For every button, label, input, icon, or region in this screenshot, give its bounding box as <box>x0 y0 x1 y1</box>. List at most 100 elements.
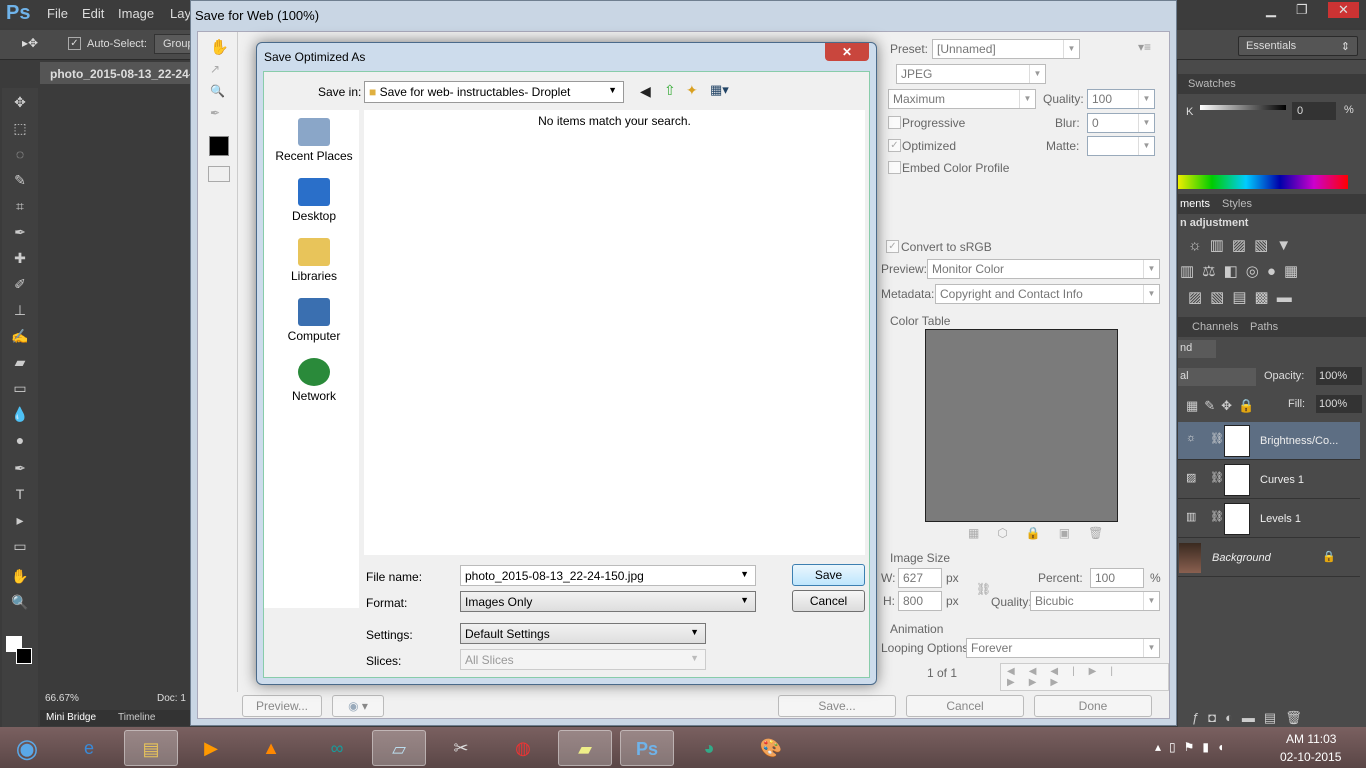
taskbar-media-icon[interactable]: ▶ <box>184 730 238 766</box>
menu-image[interactable]: Image <box>118 6 154 21</box>
pen-icon[interactable]: ✒ <box>10 460 30 480</box>
taskbar-idm-icon[interactable]: ◕ <box>682 730 736 766</box>
healing-icon[interactable]: ✚ <box>10 250 30 270</box>
layer-background[interactable]: Background 🔒 <box>1178 539 1360 577</box>
looping-select[interactable]: Forever ▼ <box>966 638 1160 658</box>
taskbar-arduino-icon[interactable]: ∞ <box>310 730 364 766</box>
marquee-tool-icon[interactable]: ⬚ <box>10 120 30 140</box>
quality-preset-select[interactable]: Maximum ▼ <box>888 89 1036 109</box>
crop-tool-icon[interactable]: ⌗ <box>10 198 30 218</box>
adjustment-icons[interactable]: ☼▥▨▧▼ <box>1188 236 1299 254</box>
k-slider[interactable] <box>1200 105 1286 110</box>
gradient-icon[interactable]: ▭ <box>10 380 30 400</box>
layer-bottom-icons[interactable]: ƒ◘◐▬▤🗑 <box>1192 710 1311 726</box>
lasso-tool-icon[interactable]: ◌ <box>10 146 30 166</box>
brush-icon[interactable]: ✐ <box>10 276 30 296</box>
tab-paths[interactable]: Paths <box>1250 321 1278 333</box>
place-libraries[interactable]: Libraries <box>264 238 364 283</box>
metadata-select[interactable]: Copyright and Contact Info ▼ <box>935 284 1160 304</box>
cancel-button[interactable]: Cancel <box>792 590 865 612</box>
minimize-button[interactable]: ▁ <box>1266 2 1276 18</box>
move-tool-icon[interactable]: ▸✥ <box>22 36 38 50</box>
eyedropper-icon[interactable]: ✒ <box>10 224 30 244</box>
percent-input[interactable]: 100 <box>1090 568 1144 588</box>
clock-time[interactable]: AM 11:03 <box>1286 732 1336 746</box>
tab-adjustments[interactable]: ments <box>1180 198 1210 210</box>
blur-input[interactable]: 0 ▼ <box>1087 113 1155 133</box>
background-color-swatch[interactable] <box>16 648 32 664</box>
lock-icons[interactable]: ▦✎✥🔒 <box>1186 398 1260 414</box>
move-tool-icon[interactable]: ✥ <box>10 94 30 114</box>
auto-select-checkbox[interactable]: ✓ <box>68 37 81 50</box>
color-table-icons[interactable]: ▦⬡🔒▣🗑 <box>968 526 1121 540</box>
layer-levels[interactable]: ▥ ⛓ Levels 1 <box>1178 500 1360 538</box>
new-folder-icon[interactable]: ✦ <box>686 82 698 99</box>
save-in-select[interactable]: ■ Save for web- instructables- Droplet ▼ <box>364 81 624 103</box>
taskbar-paint-icon[interactable]: 🎨 <box>744 730 798 766</box>
tab-channels[interactable]: Channels <box>1192 321 1238 333</box>
layer-brightness[interactable]: ☼ ⛓ Brightness/Co... <box>1178 422 1360 460</box>
close-button[interactable]: ✕ <box>1328 2 1359 18</box>
path-select-icon[interactable]: ▸ <box>10 512 30 532</box>
zoom-icon[interactable]: 🔍 <box>10 594 30 614</box>
slices-select[interactable]: All Slices ▼ <box>460 649 706 670</box>
workspace-select[interactable]: Essentials ⇕ <box>1238 36 1358 56</box>
sfw-save-button[interactable]: Save... <box>778 695 896 717</box>
quality-input[interactable]: 100 ▼ <box>1087 89 1155 109</box>
type-tool-icon[interactable]: T <box>10 486 30 506</box>
browser-preview-button[interactable]: ◉ ▾ <box>332 695 384 717</box>
view-menu-icon[interactable]: ▦▾ <box>710 82 729 98</box>
color-ramp[interactable] <box>1178 175 1348 189</box>
place-computer[interactable]: Computer <box>264 298 364 343</box>
format-select[interactable]: JPEG ▼ <box>896 64 1046 84</box>
width-input[interactable]: 627 <box>898 568 942 588</box>
k-value[interactable]: 0 <box>1292 102 1336 120</box>
settings-select[interactable]: Default Settings ▼ <box>460 623 706 644</box>
taskbar-snipping-icon[interactable]: ✂ <box>434 730 488 766</box>
place-recent[interactable]: Recent Places <box>264 118 364 163</box>
taskbar-photoshop-icon[interactable]: Ps <box>620 730 674 766</box>
layer-curves[interactable]: ▨ ⛓ Curves 1 <box>1178 461 1360 499</box>
fill-input[interactable]: 100% <box>1316 395 1362 413</box>
blur-icon[interactable]: 💧 <box>10 406 30 426</box>
tab-styles[interactable]: Styles <box>1222 198 1252 210</box>
panel-menu-icon[interactable]: ▾≡ <box>1138 40 1151 54</box>
menu-file[interactable]: File <box>47 6 68 21</box>
file-list[interactable]: No items match your search. <box>364 110 865 555</box>
taskbar-notepad-icon[interactable]: ▱ <box>372 730 426 766</box>
adjustment-icons-row2[interactable]: ▥⚖◧◎●▦ <box>1180 262 1306 280</box>
shape-icon[interactable]: ▭ <box>10 538 30 558</box>
hand-icon[interactable]: ✋ <box>10 568 30 588</box>
optimized-checkbox[interactable]: ✓ <box>888 139 901 152</box>
up-folder-icon[interactable]: ⇧ <box>664 82 676 99</box>
taskbar-explorer-icon[interactable]: ▤ <box>124 730 178 766</box>
format-select[interactable]: Images Only ▼ <box>460 591 756 612</box>
blend-mode-select[interactable]: al <box>1178 368 1256 386</box>
start-button[interactable]: ◉ <box>2 730 52 766</box>
history-brush-icon[interactable]: ✍ <box>10 328 30 348</box>
menu-layer[interactable]: Lay <box>170 6 191 21</box>
eyedropper-icon[interactable]: ✒ <box>210 106 220 120</box>
tab-swatches[interactable]: Swatches <box>1188 78 1236 90</box>
system-tray-icons[interactable]: ▴▯⚑▮◖ <box>1155 740 1232 754</box>
layer-kind-filter[interactable]: nd <box>1178 340 1216 358</box>
quick-select-icon[interactable]: ✎ <box>10 172 30 192</box>
progressive-checkbox[interactable] <box>888 116 901 129</box>
zoom-icon[interactable]: 🔍 <box>210 84 225 98</box>
tab-mini-bridge[interactable]: Mini Bridge <box>46 712 96 723</box>
document-tab[interactable]: photo_2015-08-13_22-24-1 <box>40 62 190 84</box>
back-icon[interactable]: ◀ <box>640 83 651 100</box>
place-desktop[interactable]: Desktop <box>264 178 364 223</box>
preview-button[interactable]: Preview... <box>242 695 322 717</box>
stamp-icon[interactable]: ⊥ <box>10 302 30 322</box>
toggle-slices-icon[interactable] <box>208 166 230 182</box>
taskbar-ie-icon[interactable]: e <box>62 730 116 766</box>
constrain-link-icon[interactable]: ⛓ <box>976 582 991 596</box>
taskbar-chrome-icon[interactable]: ◍ <box>496 730 550 766</box>
preview-select[interactable]: Monitor Color ▼ <box>927 259 1160 279</box>
file-name-input[interactable]: photo_2015-08-13_22-24-150.jpg ▼ <box>460 565 756 586</box>
dodge-icon[interactable]: ● <box>10 432 30 452</box>
place-network[interactable]: Network <box>264 358 364 403</box>
restore-button[interactable]: ❐ <box>1296 2 1308 18</box>
eraser-icon[interactable]: ▰ <box>10 354 30 374</box>
